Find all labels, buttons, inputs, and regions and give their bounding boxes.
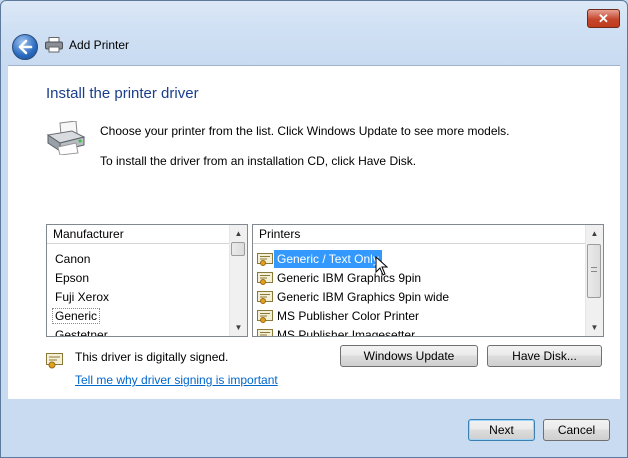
manufacturer-item[interactable]: Gestetner (55, 326, 108, 336)
manufacturer-item[interactable]: Canon (55, 250, 90, 268)
driver-certificate-icon (257, 291, 273, 304)
scroll-down-arrow-icon[interactable]: ▼ (586, 319, 603, 336)
back-button[interactable] (12, 34, 38, 60)
driver-certificate-icon (257, 253, 273, 266)
windows-update-button[interactable]: Windows Update (340, 345, 478, 367)
scrollbar-thumb[interactable] (231, 242, 245, 256)
window-title: Add Printer (69, 38, 130, 52)
wizard-content: Install the printer driver Choose your p… (8, 65, 620, 399)
printer-item[interactable]: Generic IBM Graphics 9pin (253, 269, 583, 287)
scroll-up-arrow-icon[interactable]: ▲ (230, 225, 247, 242)
driver-certificate-icon (257, 329, 273, 336)
printers-scrollbar[interactable]: ▲ ▼ (585, 225, 603, 336)
description-line-1: Choose your printer from the list. Click… (100, 124, 510, 138)
mouse-cursor-icon (375, 256, 389, 276)
manufacturer-scrollbar[interactable]: ▲ ▼ (229, 225, 247, 336)
scrollbar-thumb[interactable] (587, 244, 601, 298)
page-heading: Install the printer driver (46, 85, 199, 102)
printer-icon (46, 121, 86, 155)
scroll-down-arrow-icon[interactable]: ▼ (230, 319, 247, 336)
printers-column-header[interactable]: Printers (253, 225, 586, 244)
manufacturer-column-header[interactable]: Manufacturer (47, 225, 230, 244)
printer-item-selected[interactable]: Generic / Text Only (253, 250, 583, 268)
signed-status: This driver is digitally signed. (75, 350, 229, 364)
printer-icon (45, 37, 63, 53)
have-disk-button[interactable]: Have Disk... (487, 345, 602, 367)
driver-certificate-icon (46, 353, 63, 369)
close-icon: ✕ (598, 10, 609, 26)
driver-signing-link[interactable]: Tell me why driver signing is important (75, 373, 278, 387)
cancel-button[interactable]: Cancel (543, 419, 610, 441)
printer-item[interactable]: Generic IBM Graphics 9pin wide (253, 288, 583, 306)
printer-item[interactable]: MS Publisher Imagesetter (253, 326, 583, 336)
scroll-up-arrow-icon[interactable]: ▲ (586, 225, 603, 242)
description-line-2: To install the driver from an installati… (100, 154, 417, 168)
printers-list[interactable]: Printers Generic / Text Only Generic IBM… (252, 224, 604, 337)
printer-item[interactable]: MS Publisher Color Printer (253, 307, 583, 325)
manufacturer-item[interactable]: Fuji Xerox (55, 288, 109, 306)
back-arrow-icon (18, 39, 33, 55)
manufacturer-item[interactable]: Epson (55, 269, 89, 287)
manufacturer-list[interactable]: Manufacturer Canon Epson Fuji Xerox Gene… (46, 224, 248, 337)
next-button[interactable]: Next (468, 419, 535, 441)
close-button[interactable]: ✕ (587, 9, 620, 28)
manufacturer-item-selected[interactable]: Generic (51, 307, 101, 325)
driver-certificate-icon (257, 310, 273, 323)
driver-certificate-icon (257, 272, 273, 285)
add-printer-window: ✕ Add Printer Install the printer driver… (0, 0, 628, 458)
